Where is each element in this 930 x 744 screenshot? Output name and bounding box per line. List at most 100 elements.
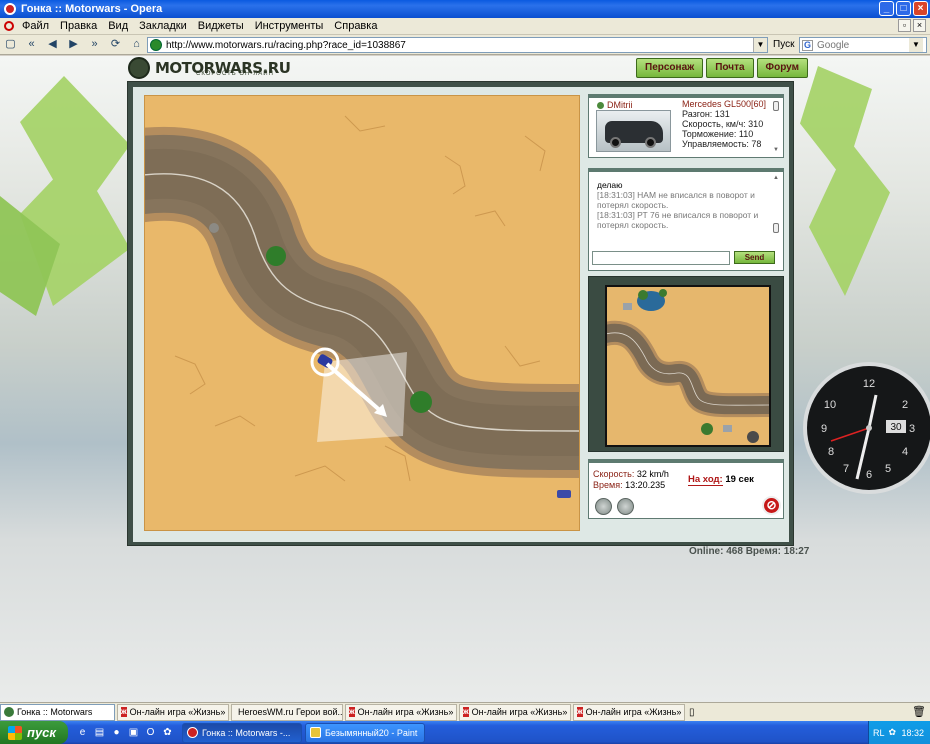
clock-num-2: 2 bbox=[902, 399, 908, 411]
document-icon[interactable]: ▤ bbox=[93, 726, 106, 739]
media-icon[interactable]: ● bbox=[110, 726, 123, 739]
race-map[interactable] bbox=[144, 95, 580, 531]
tab-label: Гонка :: Motorwars bbox=[17, 707, 93, 717]
tab-heroeswm[interactable]: HeroesWM.ru Герои вой... bbox=[231, 703, 343, 721]
nav-character-button[interactable]: Персонаж bbox=[636, 58, 704, 78]
clock-date: 30 bbox=[890, 422, 902, 433]
address-dropdown-icon[interactable]: ▼ bbox=[753, 38, 767, 52]
ie-icon[interactable]: e bbox=[76, 726, 89, 739]
car-info-scrollbar[interactable]: ▼ bbox=[773, 101, 779, 153]
icq-icon[interactable]: ✿ bbox=[161, 726, 174, 739]
forward-icon[interactable]: ▶ bbox=[67, 38, 80, 51]
scroll-thumb[interactable] bbox=[773, 101, 779, 111]
tab-label: Он-лайн игра «Жизнь» ... bbox=[471, 707, 571, 717]
close-button[interactable]: × bbox=[913, 1, 928, 16]
home-icon[interactable]: ⌂ bbox=[130, 38, 143, 51]
tab-favicon-icon: ж bbox=[121, 707, 127, 717]
search-box[interactable]: G ▼ bbox=[799, 37, 927, 53]
tab-window-controls: ▫ × bbox=[898, 19, 926, 32]
tab-close-button[interactable]: × bbox=[913, 19, 926, 32]
turn-value: 19 сек bbox=[725, 474, 754, 485]
tab-life-game-2[interactable]: ж Он-лайн игра «Жизнь» ... bbox=[345, 703, 457, 721]
chat-input[interactable] bbox=[592, 251, 730, 265]
tab-restore-button[interactable]: ▫ bbox=[898, 19, 911, 32]
player-name[interactable]: DMitrii bbox=[607, 100, 633, 110]
card-strip bbox=[589, 459, 783, 463]
stat-braking: Торможение: 110 bbox=[682, 129, 754, 139]
menu-help[interactable]: Справка bbox=[334, 20, 377, 32]
horn-button[interactable] bbox=[617, 498, 634, 515]
send-button[interactable]: Send bbox=[734, 251, 775, 264]
car-info-card: DMitrii Mercedes GL500[60] Разгон: 131 С… bbox=[588, 94, 784, 158]
quick-launch: e ▤ ● ▣ O ✿ bbox=[76, 726, 174, 739]
tab-life-game-3[interactable]: ж Он-лайн игра «Жизнь» ... bbox=[459, 703, 571, 721]
printer-icon[interactable]: ▣ bbox=[127, 726, 140, 739]
tray-clock[interactable]: 18:32 bbox=[901, 728, 924, 738]
opera-icon bbox=[4, 3, 16, 15]
window-controls: _ □ × bbox=[879, 1, 928, 16]
car-wheel bbox=[610, 137, 621, 148]
nav-forum-button[interactable]: Форум bbox=[756, 58, 808, 78]
turn-timer: На ход: 19 сек bbox=[688, 474, 754, 486]
tab-label: HeroesWM.ru Герои вой... bbox=[238, 707, 343, 717]
trash-icon[interactable]: 🗑 bbox=[912, 705, 926, 718]
race-status-card: Скорость: 32 km/h Время: 13:20.235 На хо… bbox=[588, 459, 784, 519]
minimap[interactable] bbox=[605, 285, 771, 447]
opera-icon bbox=[187, 727, 198, 738]
clock-num-6: 6 bbox=[866, 469, 872, 481]
new-tab-icon[interactable]: ▯ bbox=[689, 707, 695, 718]
tab-label: Он-лайн игра «Жизнь» ... bbox=[357, 707, 457, 717]
rock bbox=[209, 223, 219, 233]
back-icon[interactable]: ◀ bbox=[46, 38, 59, 51]
tab-motorwars[interactable]: Гонка :: Motorwars bbox=[0, 703, 115, 721]
scroll-down-icon[interactable]: ▼ bbox=[773, 147, 779, 153]
menu-tools[interactable]: Инструменты bbox=[255, 20, 324, 32]
opera-quick-icon[interactable]: O bbox=[144, 726, 157, 739]
search-input[interactable] bbox=[817, 39, 909, 51]
url-text[interactable]: http://www.motorwars.ru/racing.php?race_… bbox=[166, 40, 753, 51]
race-map-drawing bbox=[145, 115, 579, 498]
menu-widgets[interactable]: Виджеты bbox=[198, 20, 244, 32]
opera-menu-icon[interactable] bbox=[4, 21, 14, 31]
car-name: Mercedes GL500[60] bbox=[682, 99, 767, 109]
address-field[interactable]: http://www.motorwars.ru/racing.php?race_… bbox=[147, 37, 768, 53]
fast-forward-icon[interactable]: » bbox=[88, 38, 101, 51]
gear-button[interactable] bbox=[595, 498, 612, 515]
chat-scrollbar[interactable]: ▲ bbox=[773, 175, 779, 239]
menu-edit[interactable]: Правка bbox=[60, 20, 97, 32]
tab-favicon-icon bbox=[4, 707, 14, 717]
player-name-row[interactable]: DMitrii bbox=[597, 100, 633, 110]
logo-tagline: СКОРОСТЬ ОН-ЛАЙН bbox=[196, 71, 274, 77]
nav-mail-button[interactable]: Почта bbox=[706, 58, 754, 78]
menu-file[interactable]: Файл bbox=[22, 20, 49, 32]
clock-gadget[interactable]: 12 2 3 4 5 6 7 8 9 10 30 bbox=[802, 361, 930, 495]
tab-life-game-4[interactable]: ж Он-лайн игра «Жизнь» ... bbox=[573, 703, 685, 721]
start-button[interactable]: пуск bbox=[0, 721, 68, 744]
clock-num-4: 4 bbox=[902, 446, 908, 458]
stop-icon[interactable]: ⊘ bbox=[762, 496, 781, 515]
minimap-tree bbox=[638, 290, 648, 300]
menu-bookmarks[interactable]: Закладки bbox=[139, 20, 187, 32]
taskbar-paint-button[interactable]: Безымянный20 - Paint bbox=[305, 722, 425, 743]
tray-app-icon[interactable]: ✿ bbox=[889, 727, 897, 738]
tab-label: Он-лайн игра «Жизнь» ... bbox=[129, 707, 229, 717]
scroll-up-icon[interactable]: ▲ bbox=[773, 175, 779, 181]
reload-icon[interactable]: ⟳ bbox=[109, 38, 122, 51]
clock-num-8: 8 bbox=[828, 446, 834, 458]
search-dropdown-icon[interactable]: ▼ bbox=[909, 38, 923, 52]
rewind-icon[interactable]: « bbox=[25, 38, 38, 51]
maximize-button[interactable]: □ bbox=[896, 1, 911, 16]
logo-emblem-icon bbox=[128, 57, 150, 79]
tab-favicon-icon: ж bbox=[463, 707, 469, 717]
taskbar-opera-button[interactable]: Гонка :: Motorwars -... bbox=[182, 722, 302, 743]
paint-icon bbox=[310, 727, 321, 738]
scroll-thumb[interactable] bbox=[773, 223, 779, 233]
language-indicator[interactable]: RL bbox=[873, 728, 885, 738]
minimap-rock bbox=[623, 303, 632, 310]
page-viewport: MOTORWARS.RU СКОРОСТЬ ОН-ЛАЙН Персонаж П… bbox=[0, 56, 930, 702]
stat-speed: Скорость, км/ч: 310 bbox=[682, 119, 764, 129]
tab-life-game-1[interactable]: ж Он-лайн игра «Жизнь» ... bbox=[117, 703, 229, 721]
new-tab-icon[interactable]: ▢ bbox=[4, 38, 17, 51]
minimize-button[interactable]: _ bbox=[879, 1, 894, 16]
menu-view[interactable]: Вид bbox=[108, 20, 128, 32]
